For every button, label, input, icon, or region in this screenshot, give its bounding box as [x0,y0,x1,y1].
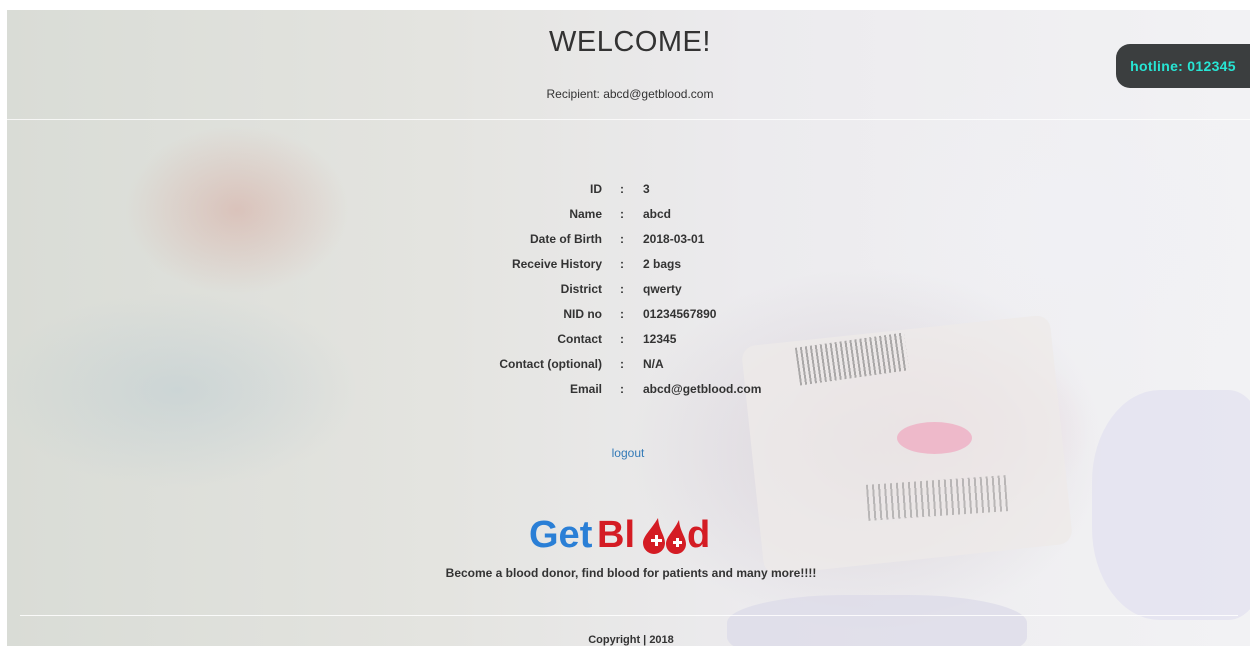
field-value: abcd@getblood.com [643,382,762,396]
field-separator: : [620,332,624,346]
field-value: N/A [643,357,664,371]
gloved-hand-image [1092,390,1250,620]
field-separator: : [620,257,624,271]
field-separator: : [620,182,624,196]
field-value: 3 [643,182,650,196]
hotline-badge: hotline: 012345 [1116,44,1250,88]
tagline: Become a blood donor, find blood for pat… [445,566,817,580]
field-value: 01234567890 [643,307,717,321]
logo-text-d: d [687,514,710,554]
field-value: qwerty [643,282,682,296]
field-label: NID no [563,307,602,321]
field-value: 2 bags [643,257,682,271]
field-separator: : [620,232,624,246]
profile-row-name: Name : abcd [0,207,1250,225]
page-title: WELCOME! [549,26,711,58]
field-separator: : [620,307,624,321]
field-label: Receive History [511,257,602,271]
field-value: abcd [643,207,672,221]
profile-row-email: Email : abcd@getblood.com [0,382,1250,400]
profile-row-receive-history: Receive History : 2 bags [0,257,1250,275]
profile-row-contact: Contact : 12345 [0,332,1250,350]
logo-text-get: Get [529,514,593,554]
field-label: District [560,282,602,296]
copyright: Copyright | 2018 [588,634,674,646]
field-separator: : [620,382,624,396]
getblood-logo: Get Bl d [529,514,710,554]
field-value: 12345 [643,332,677,346]
field-separator: : [620,357,624,371]
field-value: 2018-03-01 [643,232,705,246]
divider [20,615,1238,616]
logo-text-bl: Bl [597,514,635,554]
profile-row-contact-optional: Contact (optional) : N/A [0,357,1250,375]
field-label: Date of Birth [530,232,602,246]
field-label: Contact (optional) [499,357,602,371]
divider [7,119,1250,120]
recipient-email: Recipient: abcd@getblood.com [546,87,714,101]
field-label: Contact [557,332,602,346]
profile-row-id: ID : 3 [0,182,1250,200]
field-label: Name [569,207,602,221]
field-separator: : [620,282,624,296]
logout-link[interactable]: logout [0,446,1250,460]
field-label: Email [569,382,602,396]
field-separator: : [620,207,624,221]
blood-drop-icon [643,518,665,554]
profile-row-nid: NID no : 01234567890 [0,307,1250,325]
profile-row-district: District : qwerty [0,282,1250,300]
profile-row-dob: Date of Birth : 2018-03-01 [0,232,1250,250]
blood-drop-icon [666,520,686,554]
field-label: ID [590,182,602,196]
